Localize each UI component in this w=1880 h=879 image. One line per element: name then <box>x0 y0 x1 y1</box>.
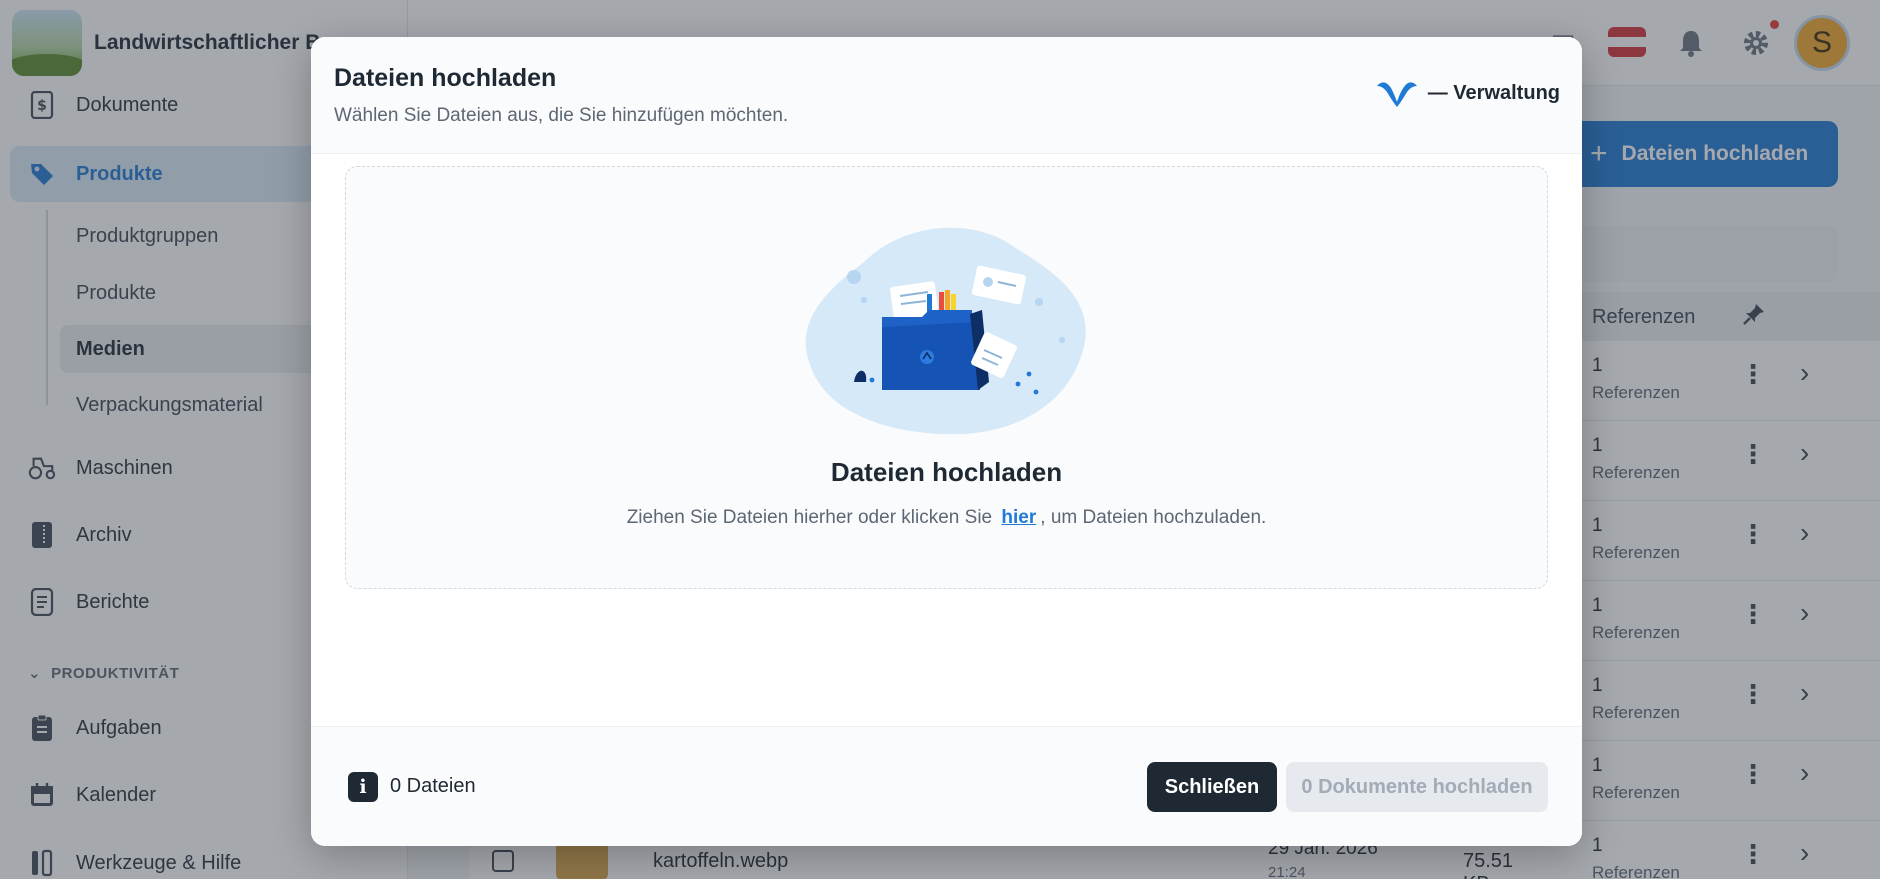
dropzone-text-after: , um Dateien hochzuladen. <box>1040 507 1267 528</box>
dialog-header: Dateien hochladen Wählen Sie Dateien aus… <box>311 37 1582 154</box>
dialog-brand: — Verwaltung <box>1376 78 1560 108</box>
dropzone-text-before: Ziehen Sie Dateien hierher oder klicken … <box>626 507 993 528</box>
upload-documents-button[interactable]: 0 Dokumente hochladen <box>1286 762 1548 812</box>
file-dropzone[interactable]: Dateien hochladen Ziehen Sie Dateien hie… <box>345 166 1548 589</box>
upload-folder-illustration <box>805 227 1086 435</box>
dropzone-instructions: Ziehen Sie Dateien hierher oder klicken … <box>346 507 1547 529</box>
info-icon: i <box>348 772 378 802</box>
dialog-brand-label: — Verwaltung <box>1427 81 1560 104</box>
brand-wave-icon <box>1376 82 1417 107</box>
selected-file-count: 0 Dateien <box>390 775 476 797</box>
dropzone-title: Dateien hochladen <box>830 457 1063 487</box>
browse-files-link[interactable]: hier <box>1001 507 1036 528</box>
dialog-subtitle: Wählen Sie Dateien aus, die Sie hinzufüg… <box>334 105 789 126</box>
close-button[interactable]: Schließen <box>1147 762 1277 812</box>
upload-dialog: Dateien hochladen Wählen Sie Dateien aus… <box>311 37 1582 846</box>
dialog-title: Dateien hochladen <box>334 64 557 92</box>
